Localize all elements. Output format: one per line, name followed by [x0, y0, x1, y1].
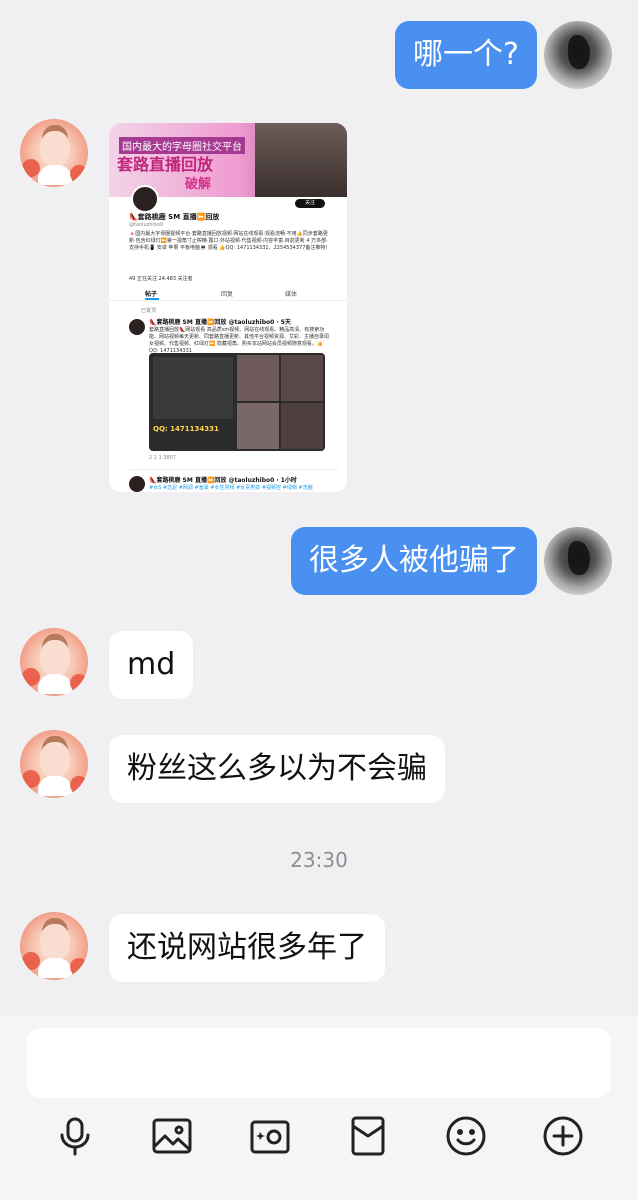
message-bubble-incoming[interactable]: md: [109, 631, 194, 699]
contact-avatar[interactable]: [20, 730, 88, 798]
my-avatar[interactable]: [544, 527, 612, 595]
chat-screen: 哪一个? 国内最大的字母圈社交平台 套路直播回放 破解 关注 👠套路桃鹿 SM …: [0, 0, 638, 1200]
chat-timestamp: 23:30: [290, 848, 348, 872]
profile-picture: [131, 185, 159, 213]
post-avatar: [129, 319, 145, 335]
profile-bio: 🔺国内最大字母圈视频平台·套路直播回放视频·网站在线观看·观看流畅·不用👍同步套…: [129, 231, 328, 251]
post-text: 套路直播回放👠网站观看 高品质sm视频、网站在线观看、精品高清、有搜索功能、网站…: [149, 327, 330, 354]
profile-tabs: 帖子 回复 媒体: [109, 286, 347, 301]
profile-stats: 49 正在关注 24,483 关注者: [129, 276, 193, 282]
contact-avatar[interactable]: [20, 628, 88, 696]
message-bubble-outgoing[interactable]: 哪一个?: [395, 21, 537, 89]
banner-subtitle: 破解: [185, 177, 212, 192]
message-bubble-incoming[interactable]: 粉丝这么多以为不会骗: [109, 735, 445, 803]
tab-media: 媒体: [285, 291, 298, 298]
post-actions: 2 1 1 3807: [149, 455, 177, 461]
tab-posts: 帖子: [145, 291, 158, 298]
banner-title: 套路直播回放: [117, 155, 214, 174]
message-bubble-incoming[interactable]: 还说网站很多年了: [109, 914, 385, 982]
contact-avatar[interactable]: [20, 912, 88, 980]
pinned-post: 已置顶 👠套路桃鹿 SM 直播⏩回放 @taoluzhibo0 · 5天 套路直…: [129, 307, 339, 354]
my-avatar[interactable]: [544, 21, 612, 89]
message-input[interactable]: [27, 1028, 611, 1098]
camera-icon[interactable]: [248, 1114, 292, 1158]
banner-photos: [255, 123, 347, 197]
message-composer: [0, 1016, 638, 1200]
message-bubble-outgoing[interactable]: 很多人被他骗了: [291, 527, 537, 595]
pinned-label: 已置顶: [141, 308, 157, 314]
profile-handle: @taoluzhibo0: [129, 222, 164, 228]
post-title: 👠套路桃鹿 SM 直播⏩回放 @taoluzhibo0 · 5天: [149, 319, 291, 326]
follow-button: 关注: [295, 199, 325, 208]
tab-underline: [145, 298, 159, 300]
emoji-icon[interactable]: [444, 1114, 488, 1158]
shared-image-message[interactable]: 国内最大的字母圈社交平台 套路直播回放 破解 关注 👠套路桃鹿 SM 直播⏩回放…: [109, 123, 347, 492]
tab-replies: 回复: [221, 291, 234, 298]
red-packet-icon[interactable]: [346, 1114, 390, 1158]
microphone-icon[interactable]: [53, 1114, 97, 1158]
profile-name: 👠套路桃鹿 SM 直播⏩回放: [129, 213, 220, 221]
image-icon[interactable]: [150, 1114, 194, 1158]
plus-icon[interactable]: [541, 1114, 585, 1158]
second-post: 👠套路桃鹿 SM 直播⏩回放 @taoluzhibo0 · 1小时 #女S #恋…: [129, 469, 339, 492]
contact-avatar[interactable]: [20, 119, 88, 187]
post-media-grid: QQ: 1471134331: [149, 353, 325, 451]
post-qq-text: QQ: 1471134331: [153, 425, 219, 433]
post2-tags: #女S #恋足 #网调 #羞辱 #女性崇拜 #女喜男奴 #视频控 #绿帽 #洗脑: [149, 485, 313, 491]
post2-avatar: [129, 476, 145, 492]
post2-title: 👠套路桃鹿 SM 直播⏩回放 @taoluzhibo0 · 1小时: [149, 477, 297, 484]
